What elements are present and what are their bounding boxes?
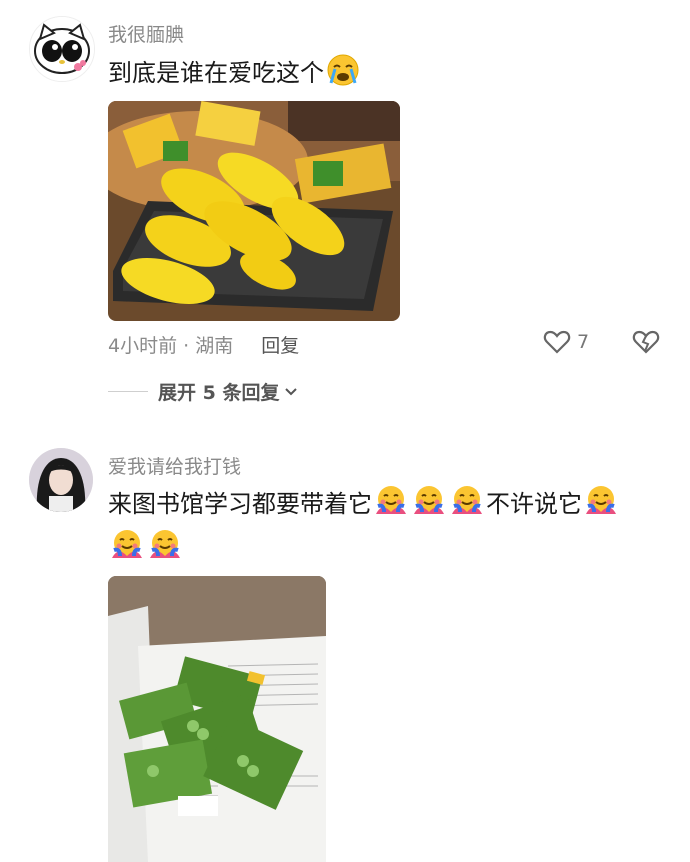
reply-button[interactable]: 回复 (261, 335, 299, 357)
corn-candy-photo[interactable] (108, 101, 400, 321)
expand-replies-button[interactable]: 展开 5 条回复 (108, 378, 299, 405)
like-button[interactable]: 7 (543, 328, 589, 356)
comment-text: 到底是谁在爱吃这个 (108, 50, 678, 96)
heart-outline-icon (543, 330, 571, 354)
comment-text: 来图书馆学习都要带着它 不许说它 (108, 482, 678, 570)
comment-text-part2: 不许说它 (486, 490, 582, 518)
time-location: 4小时前 · 湖南 (108, 335, 234, 357)
hugging-face-icon (112, 530, 142, 558)
comment-text-body: 到底是谁在爱吃这个 (108, 59, 324, 87)
hugging-face-icon (414, 486, 444, 514)
avatar[interactable] (29, 448, 93, 512)
broken-heart-icon (632, 330, 660, 354)
username[interactable]: 我很腼腆 (108, 20, 184, 47)
comment-text-part1: 来图书馆学习都要带着它 (108, 490, 372, 518)
chevron-down-icon (285, 387, 298, 395)
hugging-face-icon (452, 486, 482, 514)
avatar[interactable] (29, 16, 95, 82)
dislike-button[interactable] (632, 328, 660, 360)
hugging-face-icon (376, 486, 406, 514)
comment-meta: 4小时前 · 湖南 回复 (108, 331, 299, 358)
hugging-face-icon (150, 530, 180, 558)
divider-line (108, 391, 148, 392)
green-pea-snack-photo[interactable] (108, 576, 326, 862)
girl-portrait-avatar-icon (29, 448, 93, 512)
username[interactable]: 爱我请给我打钱 (108, 452, 241, 479)
expand-replies-label: 展开 5 条回复 (158, 382, 280, 404)
sobbing-face-icon (327, 54, 359, 86)
hugging-face-icon (586, 486, 616, 514)
like-count: 7 (577, 331, 590, 353)
hello-kitty-avatar-icon (30, 17, 94, 81)
